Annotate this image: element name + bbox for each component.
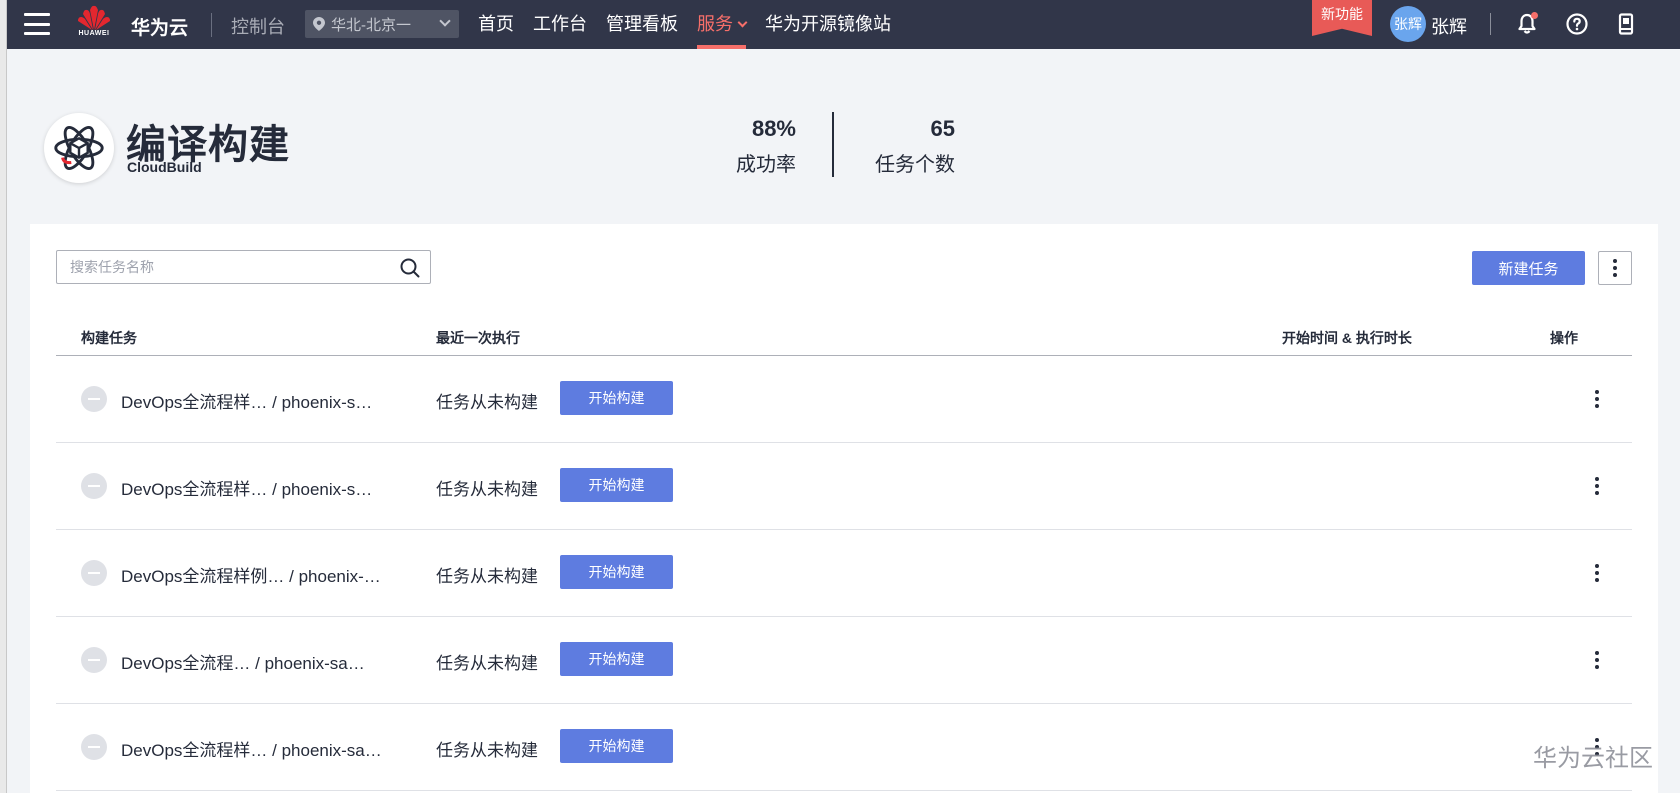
nav-home-label: 首页 <box>478 14 514 34</box>
task-name-link[interactable]: DevOps全流程样… / phoenix-s… <box>121 388 372 413</box>
huawei-logo-text: HUAWEI <box>78 30 110 37</box>
status-never-built-icon <box>81 560 107 586</box>
nav-mirror[interactable]: 华为开源镜像站 <box>765 0 891 49</box>
cloudbuild-logo <box>44 113 114 183</box>
column-header-actions: 操作 <box>1550 330 1578 346</box>
nav-dashboard[interactable]: 管理看板 <box>606 0 678 49</box>
search-input[interactable] <box>57 251 387 283</box>
chevron-down-icon <box>737 17 748 28</box>
atom-cube-icon <box>54 125 104 171</box>
row-more-icon[interactable] <box>1589 645 1605 675</box>
more-actions-button[interactable] <box>1598 251 1632 285</box>
table-row: DevOps全流程样… / phoenix-sa… 任务从未构建 开始构建 <box>56 704 1632 791</box>
column-header-last-run: 最近一次执行 <box>436 330 520 346</box>
top-navigation-bar: HUAWEI 华为云 控制台 华北-北京一 首页 工作台 管理看板 服务 华为开… <box>0 0 1680 49</box>
stat-value: 65 <box>930 116 955 141</box>
username[interactable]: 张辉 <box>1431 13 1467 39</box>
table-row: DevOps全流程… / phoenix-sa… 任务从未构建 开始构建 <box>56 617 1632 704</box>
task-list-card: 新建任务 构建任务 最近一次执行 开始时间 & 执行时长 操作 DevOps全流… <box>30 224 1658 793</box>
stat-value: 88% <box>751 116 796 141</box>
nav-mirror-label: 华为开源镜像站 <box>765 14 891 34</box>
nav-home[interactable]: 首页 <box>478 0 514 49</box>
editor-left-strip <box>0 0 7 793</box>
table-row: DevOps全流程样… / phoenix-s… 任务从未构建 开始构建 <box>56 356 1632 443</box>
column-header-task: 构建任务 <box>81 330 137 346</box>
start-build-button[interactable]: 开始构建 <box>560 729 673 763</box>
region-selector[interactable]: 华北-北京一 <box>305 10 459 38</box>
stat-label: 任务个数 <box>875 154 955 176</box>
region-label: 华北-北京一 <box>331 16 411 34</box>
status-never-built-icon <box>81 734 107 760</box>
nav-workbench[interactable]: 工作台 <box>533 0 587 49</box>
row-more-icon[interactable] <box>1589 558 1605 588</box>
avatar[interactable]: 张辉 <box>1390 6 1426 42</box>
topbar-divider <box>211 13 212 37</box>
more-vertical-icon <box>1599 252 1631 284</box>
last-run-status: 任务从未构建 <box>436 393 538 412</box>
table-row: DevOps全流程样例… / phoenix-… 任务从未构建 开始构建 <box>56 530 1632 617</box>
start-build-button[interactable]: 开始构建 <box>560 468 673 502</box>
nav-services[interactable]: 服务 <box>697 0 748 49</box>
topbar-divider <box>1490 13 1491 35</box>
task-name-link[interactable]: DevOps全流程样… / phoenix-sa… <box>121 736 382 761</box>
start-build-button[interactable]: 开始构建 <box>560 642 673 676</box>
search-icon[interactable] <box>400 258 420 278</box>
column-header-start-time: 开始时间 & 执行时长 <box>1282 330 1412 346</box>
new-feature-badge[interactable]: 新功能 <box>1312 0 1372 36</box>
task-name-link[interactable]: DevOps全流程样… / phoenix-s… <box>121 475 372 500</box>
stat-divider <box>832 112 834 177</box>
help-icon[interactable] <box>1565 12 1589 36</box>
row-more-icon[interactable] <box>1589 471 1605 501</box>
last-run-status: 任务从未构建 <box>436 654 538 673</box>
menu-icon[interactable] <box>24 13 50 35</box>
nav-services-label: 服务 <box>697 14 733 34</box>
location-pin-icon <box>313 17 325 31</box>
notification-dot <box>1531 12 1538 19</box>
search-box <box>56 250 431 284</box>
huawei-logo[interactable]: HUAWEI <box>74 4 114 44</box>
last-run-status: 任务从未构建 <box>436 741 538 760</box>
task-name-link[interactable]: DevOps全流程样例… / phoenix-… <box>121 562 381 587</box>
status-never-built-icon <box>81 473 107 499</box>
start-build-button[interactable]: 开始构建 <box>560 381 673 415</box>
brand-name[interactable]: 华为云 <box>131 13 188 40</box>
nav-workbench-label: 工作台 <box>533 14 587 34</box>
stat-success-rate: 88% 成功率 <box>700 116 796 177</box>
last-run-status: 任务从未构建 <box>436 567 538 586</box>
table-row: DevOps全流程样… / phoenix-s… 任务从未构建 开始构建 <box>56 443 1632 530</box>
row-more-icon[interactable] <box>1589 384 1605 414</box>
status-never-built-icon <box>81 386 107 412</box>
table-header: 构建任务 最近一次执行 开始时间 & 执行时长 操作 <box>56 312 1632 356</box>
bell-icon[interactable] <box>1515 12 1539 36</box>
console-link[interactable]: 控制台 <box>231 13 285 39</box>
chevron-down-icon <box>439 15 451 27</box>
task-name-link[interactable]: DevOps全流程… / phoenix-sa… <box>121 649 365 674</box>
page-subtitle: CloudBuild <box>127 159 202 175</box>
new-task-button[interactable]: 新建任务 <box>1472 251 1585 285</box>
last-run-status: 任务从未构建 <box>436 480 538 499</box>
status-never-built-icon <box>81 647 107 673</box>
main-nav: 首页 工作台 管理看板 服务 华为开源镜像站 <box>478 0 910 49</box>
start-build-button[interactable]: 开始构建 <box>560 555 673 589</box>
stat-task-count: 65 任务个数 <box>860 116 955 177</box>
mobile-icon[interactable] <box>1614 12 1638 36</box>
nav-dashboard-label: 管理看板 <box>606 14 678 34</box>
community-watermark: 华为云社区 <box>1533 745 1653 772</box>
stat-label: 成功率 <box>736 154 796 176</box>
huawei-flower-icon <box>78 5 110 30</box>
